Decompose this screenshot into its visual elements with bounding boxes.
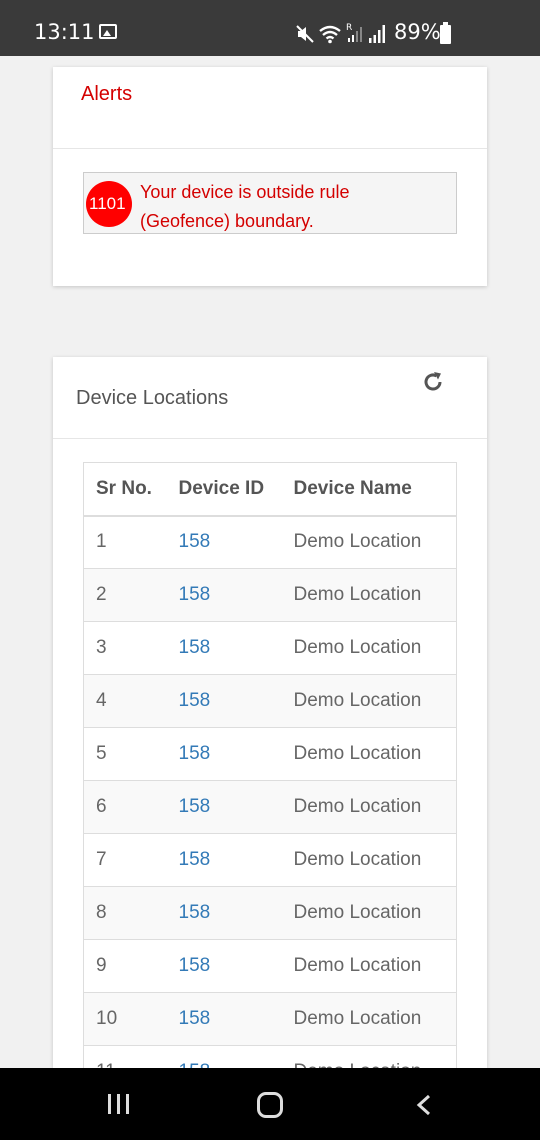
table-row: 11158 Demo Location [83, 1045, 457, 1068]
table-row: 2 158 Demo Location [83, 568, 457, 622]
alerts-card-header: Alerts [53, 67, 487, 149]
cell-device-name: Demo Location [293, 674, 457, 728]
cell-device-name: Demo Location [293, 727, 457, 781]
cell-sr-no: 8 [83, 886, 179, 940]
table-header-row: Sr No. Device ID Device Name [83, 462, 457, 517]
device-locations-title: Device Locations [76, 387, 229, 409]
device-locations-card: Device Locations Sr No. Device ID Device… [53, 357, 487, 1068]
alerts-title: Alerts [81, 83, 133, 105]
cell-sr-no: 1 [83, 515, 179, 569]
back-icon[interactable] [414, 1094, 434, 1116]
table-row: 4 158 Demo Location [83, 674, 457, 728]
cell-device-id: 158 [178, 674, 294, 728]
cell-device-id: 158 [178, 939, 294, 993]
signal-icon [369, 25, 385, 43]
table-row: 1 158 Demo Location [83, 515, 457, 569]
device-id-link[interactable]: 158 [179, 849, 211, 870]
cell-device-name: Demo Location [293, 780, 457, 834]
device-id-link[interactable]: 158 [179, 690, 211, 711]
status-time: 13:11 [34, 20, 95, 44]
column-header-device-id[interactable]: Device ID [178, 462, 294, 517]
device-id-link[interactable]: 158 [179, 637, 211, 658]
refresh-icon[interactable] [421, 370, 445, 394]
alert-item[interactable]: 1101 Your device is outside rule (Geofen… [83, 172, 457, 234]
cell-sr-no: 2 [83, 568, 179, 622]
device-id-link[interactable]: 158 [179, 1061, 211, 1068]
cell-device-id: 158 [178, 780, 294, 834]
cell-device-name: Demo Location [293, 833, 457, 887]
alert-message: Your device is outside rule (Geofence) b… [140, 182, 350, 231]
cell-device-id: 158 [178, 833, 294, 887]
cell-device-id: 158 [178, 515, 294, 569]
cell-sr-no: 7 [83, 833, 179, 887]
table-row: 7 158 Demo Location [83, 833, 457, 887]
cell-device-name: Demo Location [293, 515, 457, 569]
navigation-bar [0, 1068, 540, 1140]
battery-percent: 89% [394, 20, 441, 44]
table-row: 3 158 Demo Location [83, 621, 457, 675]
home-icon[interactable] [257, 1092, 283, 1118]
cell-sr-no: 10 [83, 992, 179, 1046]
battery-icon [440, 22, 451, 44]
device-id-link[interactable]: 158 [179, 955, 211, 976]
column-header-sr-no[interactable]: Sr No. [83, 462, 179, 517]
device-id-link[interactable]: 158 [179, 743, 211, 764]
table-row: 5 158 Demo Location [83, 727, 457, 781]
device-locations-header: Device Locations [53, 357, 487, 439]
mute-icon [296, 25, 314, 43]
alerts-card: Alerts 1101 Your device is outside rule … [53, 67, 487, 286]
status-bar: 13:11 R 89% [0, 0, 540, 56]
table-row: 10 158 Demo Location [83, 992, 457, 1046]
table-row: 6 158 Demo Location [83, 780, 457, 834]
cell-device-id: 158 [178, 886, 294, 940]
device-id-link[interactable]: 158 [179, 531, 211, 552]
device-id-link[interactable]: 158 [179, 902, 211, 923]
device-id-link[interactable]: 158 [179, 796, 211, 817]
cell-device-name: Demo Location [293, 621, 457, 675]
cell-device-name: Demo Location [293, 568, 457, 622]
cell-device-id: 158 [178, 568, 294, 622]
cell-sr-no: 9 [83, 939, 179, 993]
cell-device-name: Demo Location [293, 992, 457, 1046]
cell-sr-no: 3 [83, 621, 179, 675]
cell-device-name: Demo Location [293, 939, 457, 993]
cell-device-id: 158 [178, 1045, 294, 1068]
table-body: 1 158 Demo Location 2 158 Demo Location 3 158 De… [83, 515, 457, 1068]
cell-device-id: 158 [178, 992, 294, 1046]
recent-apps-icon[interactable] [108, 1094, 132, 1114]
cell-device-name: Demo Location [293, 1045, 457, 1068]
cell-sr-no: 4 [83, 674, 179, 728]
table-row: 8 158 Demo Location [83, 886, 457, 940]
cell-device-name: Demo Location [293, 886, 457, 940]
cell-device-id: 158 [178, 727, 294, 781]
column-header-device-name[interactable]: Device Name [293, 462, 457, 517]
cell-sr-no: 6 [83, 780, 179, 834]
alert-badge: 1101 [86, 181, 132, 227]
roaming-signal-icon: R [346, 23, 362, 42]
device-locations-table: Sr No. Device ID Device Name 1 158 Demo Lo… [83, 462, 457, 1068]
device-id-link[interactable]: 158 [179, 584, 211, 605]
cell-device-id: 158 [178, 621, 294, 675]
svg-text:R: R [346, 23, 352, 33]
cell-sr-no: 5 [83, 727, 179, 781]
table-row: 9 158 Demo Location [83, 939, 457, 993]
cell-sr-no: 11 [83, 1045, 179, 1068]
wifi-icon [319, 25, 341, 44]
image-icon [99, 24, 117, 39]
device-id-link[interactable]: 158 [179, 1008, 211, 1029]
